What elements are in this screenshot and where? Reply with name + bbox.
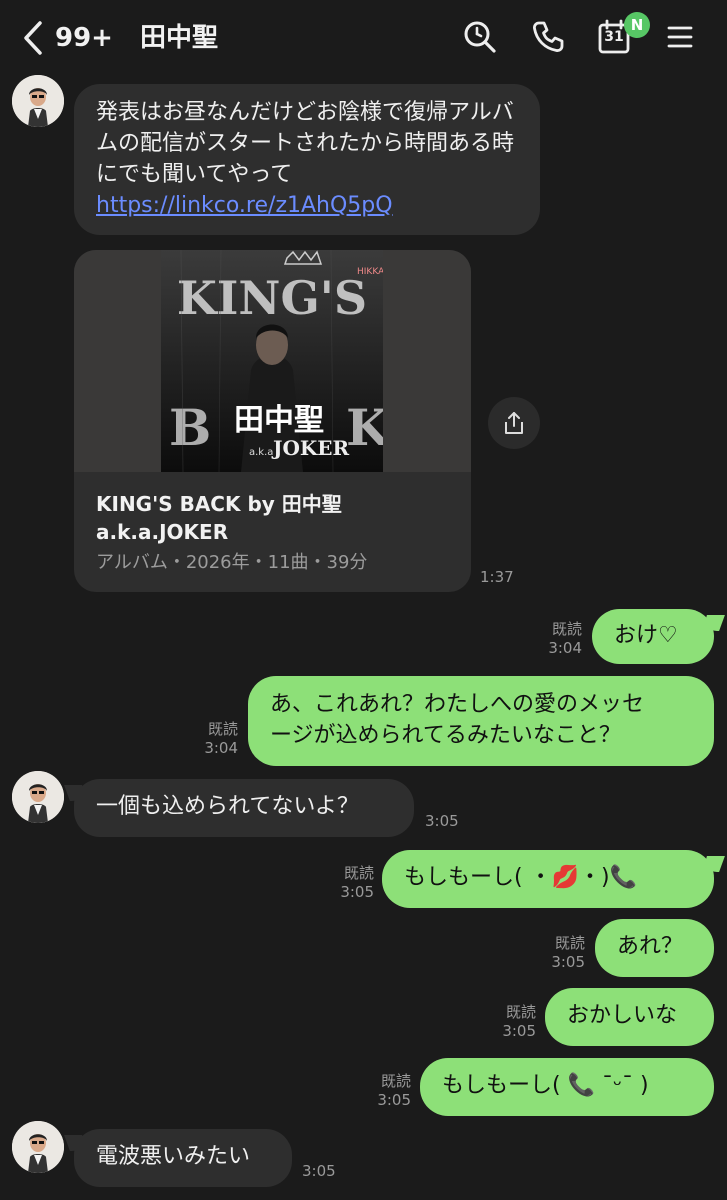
message-time: 3:05 [340, 883, 374, 901]
outgoing-message-bubble[interactable]: おけ♡ [592, 609, 714, 664]
search-button[interactable] [460, 17, 500, 57]
read-label: 既読 [380, 1072, 411, 1090]
read-label: 既読 [505, 1003, 536, 1021]
read-label: 既読 [207, 720, 238, 738]
message-text: 一個も込められてないよ？ [96, 794, 359, 819]
read-receipt: 既読 3:05 [474, 1003, 536, 1041]
search-icon [464, 21, 496, 53]
message-time: 3:05 [551, 953, 585, 971]
incoming-message-bubble[interactable]: 発表はお昼なんだけどお陰様で復帰アルバムの配信がスタートされたから時間ある時にで… [74, 84, 540, 235]
cover-title-top: KING'S [177, 271, 367, 325]
outgoing-message-bubble[interactable]: おかしいな [545, 988, 714, 1046]
outgoing-message-bubble[interactable]: もしもーし( ・💋・)📞 [382, 850, 714, 908]
message-time: 3:05 [302, 1162, 336, 1180]
read-label: 既読 [551, 620, 582, 638]
avatar-icon [12, 771, 64, 823]
cover-side-text: HIKKARI [357, 267, 383, 277]
card-subtitle: アルバム・2026年・11曲・39分 [96, 552, 368, 573]
menu-button[interactable] [660, 17, 700, 57]
message-time: 3:04 [548, 639, 582, 657]
hamburger-menu-icon [667, 26, 693, 48]
outgoing-message-bubble[interactable]: あ、これあれ？わたしへの愛のメッセ ージが込められてるみたいなこと？ [248, 676, 714, 766]
avatar-icon [12, 1121, 64, 1173]
message-text: 発表はお昼なんだけどお陰様で復帰アルバムの配信がスタートされたから時間ある時にで… [96, 100, 515, 187]
read-receipt: 既読 3:05 [523, 934, 585, 972]
avatar-icon [12, 75, 64, 127]
avatar[interactable] [12, 771, 64, 823]
card-title: KING'S BACK by 田中聖 a.k.a.JOKER [96, 492, 342, 544]
message-time: 3:05 [377, 1091, 411, 1109]
share-icon [505, 412, 523, 434]
cover-aka: a.k.a [249, 447, 273, 458]
read-label: 既読 [554, 934, 585, 952]
svg-text:B: B [169, 398, 211, 457]
message-link[interactable]: https://linkco.re/z1AhQ5pQ [96, 190, 518, 221]
svg-text:K: K [346, 398, 383, 457]
chevron-left-icon [24, 21, 42, 55]
album-cover: KING'S B K 田中聖 a.k.a JOKER HIKKARI [161, 250, 383, 472]
calendar-new-badge: N [624, 12, 650, 38]
read-receipt: 既読 3:05 [349, 1072, 411, 1110]
message-text: もしもーし( ・💋・)📞 [404, 865, 637, 890]
incoming-message-bubble[interactable]: 電波悪いみたい [74, 1129, 292, 1187]
message-time: 1:37 [480, 568, 514, 586]
cover-artist-name: 田中聖 [234, 403, 324, 438]
read-receipt: 既読 3:05 [312, 864, 374, 902]
outgoing-message-bubble[interactable]: もしもーし( 📞 ˉᵕˉ ) [420, 1058, 714, 1116]
message-text: おかしいな [567, 1003, 678, 1028]
album-cover-art: KING'S B K 田中聖 a.k.a JOKER HIKKARI [161, 250, 383, 472]
message-text: あれ？ [617, 934, 684, 959]
call-button[interactable] [528, 17, 568, 57]
message-time: 3:04 [204, 739, 238, 757]
back-button[interactable] [22, 20, 46, 56]
message-text: おけ♡ [614, 623, 678, 648]
avatar[interactable] [12, 1121, 64, 1173]
music-share-card[interactable]: KING'S B K 田中聖 a.k.a JOKER HIKKARI KING'… [74, 250, 471, 592]
read-receipt: 既読 3:04 [520, 620, 582, 658]
message-time: 3:05 [502, 1022, 536, 1040]
read-label: 既読 [343, 864, 374, 882]
unread-count[interactable]: 99+ [55, 18, 113, 58]
phone-icon [533, 21, 564, 52]
incoming-message-bubble[interactable]: 一個も込められてないよ？ [74, 779, 414, 837]
avatar[interactable] [12, 75, 64, 127]
outgoing-message-bubble[interactable]: あれ？ [595, 919, 714, 977]
chat-header: 99+ 田中聖 31 N [0, 0, 727, 75]
cover-joker: JOKER [271, 436, 350, 460]
message-time: 3:05 [425, 812, 459, 830]
message-text: もしもーし( 📞 ˉᵕˉ ) [442, 1073, 649, 1098]
message-text: 電波悪いみたい [96, 1144, 251, 1169]
read-receipt: 既読 3:04 [176, 720, 238, 758]
message-text-line: あ、これあれ？わたしへの愛のメッセ [270, 692, 645, 717]
share-button[interactable] [488, 397, 540, 449]
message-text-line: ージが込められてるみたいなこと？ [270, 723, 621, 748]
chat-title[interactable]: 田中聖 [140, 18, 218, 58]
